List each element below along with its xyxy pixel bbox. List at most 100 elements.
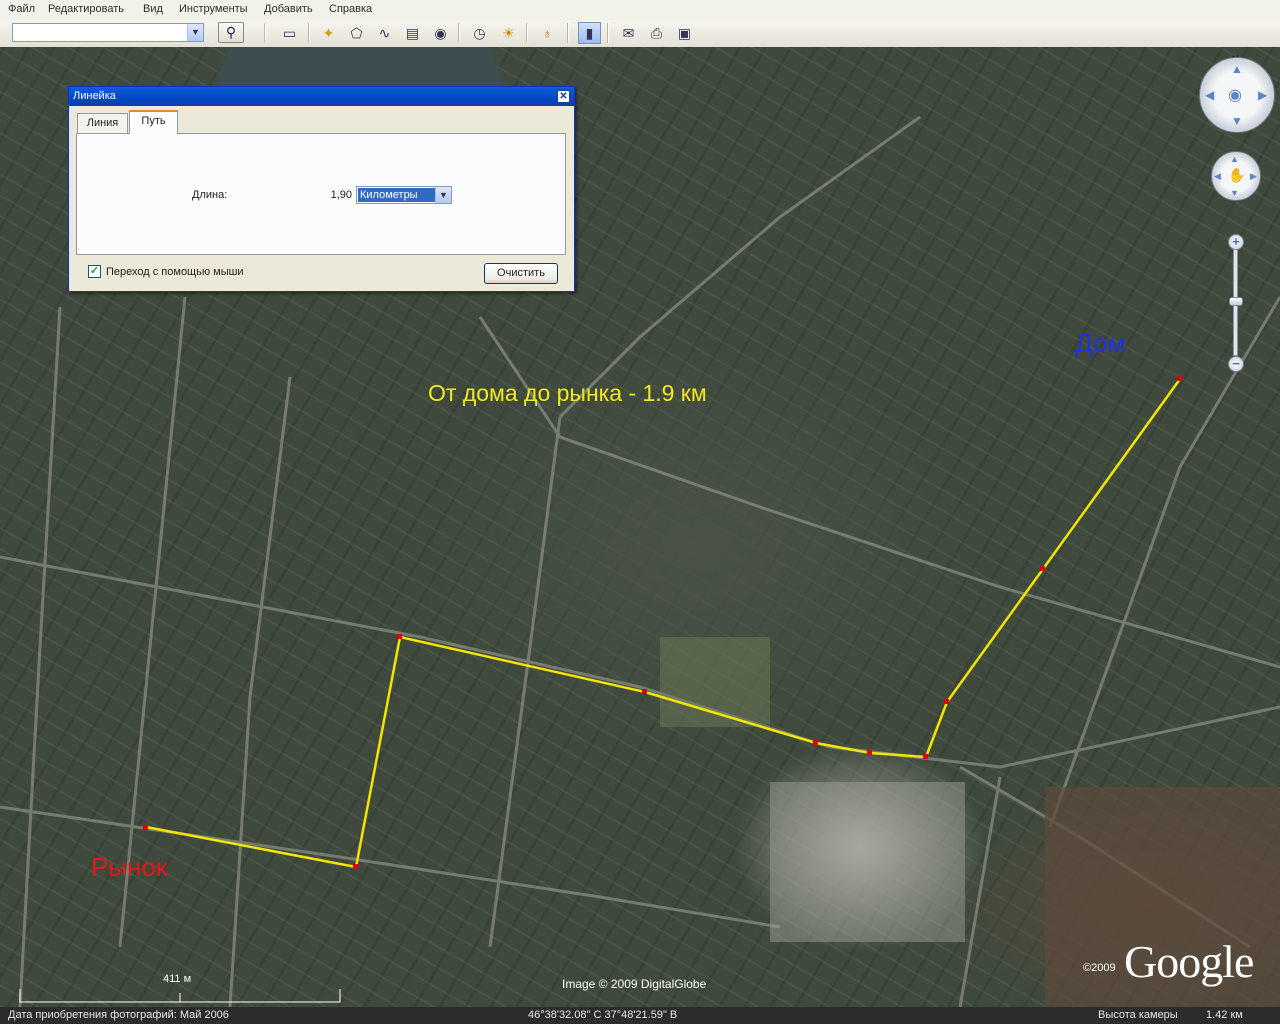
cemetery [770, 782, 965, 942]
scale-bar [19, 989, 341, 1003]
ruler-button[interactable]: ▮ [578, 22, 601, 44]
toolbar: ▼ ⚲ ▭ ✦ ⬠ ∿ ▤ ◉ ◷ ☀ ♁ ▮ ✉ ⎙ ▣ [0, 20, 1280, 48]
look-up-icon[interactable]: ▲ [1231, 62, 1243, 76]
look-right-icon[interactable]: ▶ [1258, 88, 1267, 102]
tour-icon: ◉ [434, 25, 447, 41]
search-button[interactable]: ⚲ [218, 22, 244, 43]
record-tour-button[interactable]: ◉ [429, 22, 452, 44]
toolbar-separator [526, 23, 528, 43]
length-value: 1,90 [330, 189, 352, 201]
road [0, 555, 1280, 769]
toolbar-separator [264, 23, 266, 43]
toolbar-separator [458, 23, 460, 43]
status-bar: Дата приобретения фотографий: Май 2006 4… [0, 1007, 1280, 1024]
menu-add[interactable]: Добавить [264, 3, 313, 15]
move-left-icon[interactable]: ◀ [1214, 171, 1221, 182]
zoom-in-button[interactable]: + [1228, 234, 1244, 250]
tab-path[interactable]: Путь [129, 110, 178, 134]
sidebar-toggle-icon: ▭ [282, 25, 297, 41]
google-logo: Google [1124, 936, 1254, 987]
path-vertex[interactable] [397, 634, 402, 639]
ruler-dialog-title: Линейка [73, 90, 116, 102]
road [478, 316, 1280, 669]
path-vertex[interactable] [923, 754, 928, 759]
path-vertex[interactable] [813, 740, 818, 745]
path-vertex[interactable] [642, 689, 647, 694]
checkmark-icon: ✓ [89, 265, 100, 277]
unit-select-value: Километры [358, 188, 436, 202]
planet-switch-icon: ♁ [542, 25, 553, 41]
menu-file[interactable]: Файл [8, 3, 35, 15]
road [18, 306, 62, 1007]
menu-help[interactable]: Справка [329, 3, 372, 15]
imagery-date: Дата приобретения фотографий: Май 2006 [8, 1009, 229, 1021]
measured-path [143, 378, 1182, 869]
home-label: Дом [1075, 328, 1126, 358]
print-icon: ⎙ [650, 25, 663, 41]
distance-note-label: От дома до рынка - 1.9 км [428, 380, 707, 406]
clear-button[interactable]: Очистить [484, 263, 558, 284]
close-button[interactable]: ✕ [557, 90, 570, 103]
path-vertex[interactable] [1040, 566, 1045, 571]
menu-view[interactable]: Вид [143, 3, 163, 15]
path-vertex[interactable] [353, 864, 358, 869]
chevron-down-icon[interactable]: ▼ [187, 24, 203, 41]
eye-icon: ◉ [1228, 87, 1242, 104]
sunlight-button[interactable]: ☀ [497, 22, 520, 44]
imagery-credit: Image © 2009 DigitalGlobe [562, 977, 707, 991]
chevron-down-icon[interactable]: ▼ [435, 187, 451, 203]
market-label: Рынок [91, 852, 168, 882]
menu-tools[interactable]: Инструменты [179, 3, 248, 15]
toolbar-separator [567, 23, 569, 43]
zoom-out-button[interactable]: − [1228, 356, 1244, 372]
path-icon: ∿ [378, 25, 391, 41]
mouse-navigation-label: Переход с помощью мыши [106, 266, 244, 278]
menu-edit[interactable]: Редактировать [48, 3, 124, 15]
overlay-icon: ▤ [405, 25, 420, 41]
historical-imagery-button[interactable]: ◷ [468, 22, 491, 44]
look-joystick[interactable]: ▲ ▼ ◀ ▶ ◉ [1199, 57, 1275, 133]
sunlight-icon: ☀ [502, 25, 515, 41]
copyright-year: ©2009 [1083, 962, 1116, 974]
mouse-navigation-checkbox[interactable]: ✓ [88, 265, 101, 278]
look-down-icon[interactable]: ▼ [1231, 114, 1243, 128]
add-placemark-button[interactable]: ✦ [317, 22, 340, 44]
path-vertex[interactable] [143, 825, 148, 830]
print-button[interactable]: ⎙ [645, 22, 668, 44]
add-overlay-button[interactable]: ▤ [401, 22, 424, 44]
road [558, 115, 921, 419]
move-joystick[interactable]: ▲ ▼ ◀ ▶ ✋ [1211, 151, 1261, 201]
planet-switch-button[interactable]: ♁ [536, 22, 559, 44]
ruler-icon: ▮ [585, 25, 594, 41]
unit-select[interactable]: Километры ▼ [356, 186, 452, 204]
coordinates-readout: 46°38'32.08" С 37°48'21.59" В [528, 1009, 678, 1021]
tab-panel: Длина: 1,90 Километры ▼ [76, 133, 566, 255]
eye-altitude-value: 1.42 км [1206, 1009, 1243, 1021]
add-path-button[interactable]: ∿ [373, 22, 396, 44]
road [488, 416, 562, 948]
ruler-dialog-titlebar[interactable]: Линейка ✕ [69, 87, 574, 106]
add-polygon-button[interactable]: ⬠ [345, 22, 368, 44]
polygon-icon: ⬠ [350, 25, 363, 41]
email-icon: ✉ [622, 25, 635, 41]
tab-line[interactable]: Линия [77, 113, 128, 133]
path-vertices [143, 376, 1182, 869]
sidebar-toggle-button[interactable]: ▭ [278, 22, 301, 44]
look-left-icon[interactable]: ◀ [1205, 88, 1214, 102]
road [118, 296, 187, 948]
road [228, 376, 292, 1007]
save-image-button[interactable]: ▣ [673, 22, 696, 44]
search-input[interactable]: ▼ [12, 23, 204, 42]
email-button[interactable]: ✉ [617, 22, 640, 44]
path-vertex[interactable] [867, 750, 872, 755]
move-down-icon[interactable]: ▼ [1230, 188, 1239, 198]
path-vertex[interactable] [944, 699, 949, 704]
road [958, 776, 1002, 1007]
move-right-icon[interactable]: ▶ [1250, 171, 1257, 182]
save-image-icon: ▣ [677, 25, 692, 41]
eye-altitude-label: Высота камеры [1098, 1009, 1178, 1021]
path-vertex[interactable] [1177, 376, 1182, 381]
zoom-slider-thumb[interactable] [1229, 297, 1243, 306]
toolbar-separator [607, 23, 609, 43]
move-up-icon[interactable]: ▲ [1230, 154, 1239, 164]
